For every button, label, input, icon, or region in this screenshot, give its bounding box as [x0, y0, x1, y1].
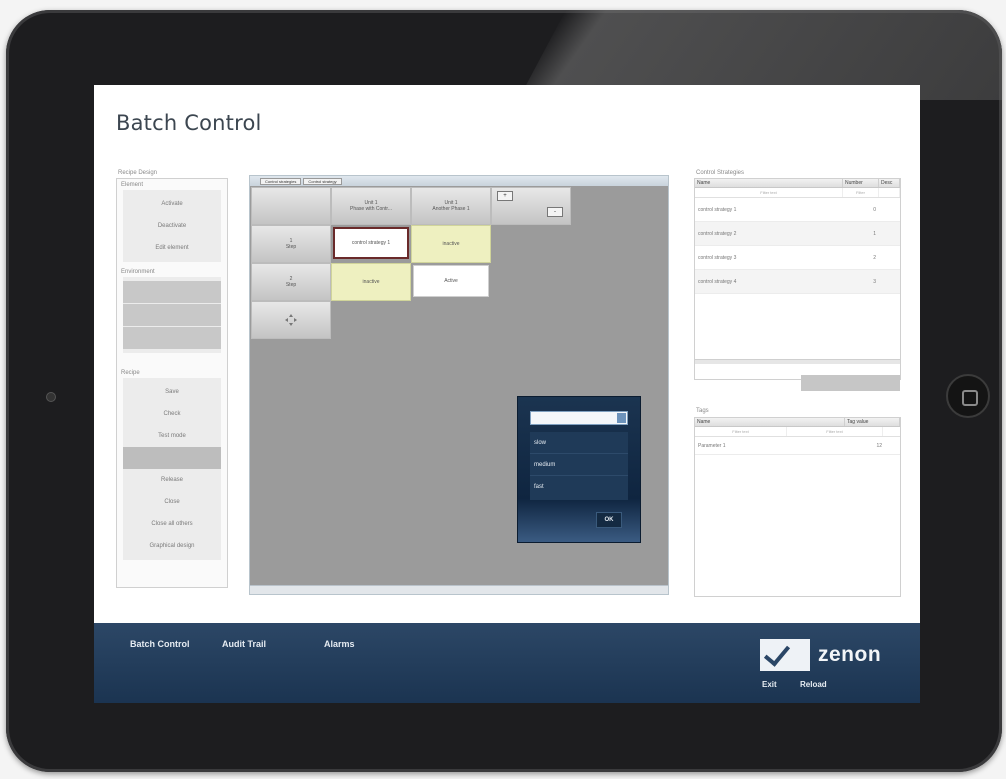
editor-statusbar [250, 585, 668, 594]
graphical-design-button[interactable]: Graphical design [123, 535, 221, 557]
horizontal-scrollbar[interactable] [695, 359, 900, 364]
control-strategies-label: Control Strategies [696, 170, 745, 176]
move-handle[interactable] [251, 301, 331, 339]
environment-button-1[interactable] [123, 281, 221, 303]
filter-row: Filter text Filter [695, 188, 900, 198]
table-row[interactable]: control strategy 1 0 [695, 198, 900, 222]
dialog-input-field[interactable] [530, 411, 628, 425]
value-select-dialog: slow medium fast OK [517, 396, 641, 543]
app-screen: Batch Control Recipe Design Element Acti… [94, 85, 920, 703]
page-title: Batch Control [116, 111, 262, 135]
move-icon [285, 314, 297, 326]
tab-control-strategy[interactable]: Control strategy [303, 177, 342, 185]
cell-number: 0 [873, 206, 876, 213]
column-header-number[interactable]: Number [843, 179, 879, 187]
group-label-element: Element [121, 182, 144, 188]
element-group: Activate Deactivate Edit element [123, 190, 221, 262]
column-header-name[interactable]: Name [695, 179, 843, 187]
option-fast[interactable]: fast [530, 476, 628, 498]
cell-number: 2 [873, 254, 876, 261]
table-row[interactable]: control strategy 2 1 [695, 222, 900, 246]
column-header-desc[interactable]: Desc [879, 179, 900, 187]
cell-tag-value: 12 [876, 442, 882, 449]
close-button[interactable]: Close [123, 491, 221, 513]
table-header: Name Number Desc [695, 179, 900, 188]
recipe-cell-selected[interactable]: control strategy 1 [333, 227, 409, 259]
filter-field-number[interactable]: Filter [843, 188, 879, 197]
edit-element-button[interactable]: Edit element [123, 237, 221, 259]
unit-header-2[interactable]: Unit 1 Another Phase 1 [411, 187, 491, 225]
tab-control-strategies[interactable]: Control strategies [260, 177, 302, 185]
dialog-option-list: slow medium fast [530, 432, 628, 500]
filter-field-desc[interactable] [879, 188, 900, 197]
filter-field-value[interactable]: Filter text [787, 427, 883, 436]
zenon-logo-text: zenon [818, 643, 882, 666]
control-strategies-table: Name Number Desc Filter text Filter cont… [694, 178, 901, 380]
table-row[interactable]: control strategy 4 3 [695, 270, 900, 294]
filter-field-name[interactable]: Filter text [695, 188, 843, 197]
step-row-header-1[interactable]: 1 Step [251, 225, 331, 263]
recipe-design-label: Recipe Design [118, 170, 158, 176]
cell-name: control strategy 1 [698, 206, 737, 213]
table-action-button[interactable] [801, 375, 900, 391]
home-button-icon[interactable] [946, 374, 990, 418]
nav-alarms[interactable]: Alarms [324, 639, 355, 649]
filter-field-name[interactable]: Filter text [695, 427, 787, 436]
table-row[interactable]: Parameter 1 12 [695, 437, 900, 455]
nav-audit-trail[interactable]: Audit Trail [222, 639, 266, 649]
recipe-design-panel: Element Activate Deactivate Edit element… [116, 178, 228, 588]
group-label-environment: Environment [121, 269, 155, 275]
cell-name: Parameter 1 [698, 442, 726, 449]
save-button[interactable]: Save [123, 381, 221, 403]
zoom-out-icon[interactable]: - [547, 207, 563, 217]
test-mode-button[interactable]: Test mode [123, 425, 221, 447]
step-row-header-2[interactable]: 2 Step [251, 263, 331, 301]
ok-button[interactable]: OK [596, 512, 622, 528]
footer-bar: Batch Control Audit Trail Alarms zenon [94, 623, 920, 703]
release-button[interactable]: Release [123, 469, 221, 491]
close-all-others-button[interactable]: Close all others [123, 513, 221, 535]
tags-label: Tags [696, 408, 709, 414]
exit-button[interactable]: Exit [762, 680, 777, 689]
nav-batch-control[interactable]: Batch Control [130, 639, 190, 649]
table-header: Name Tag value [695, 418, 900, 427]
environment-button-3[interactable] [123, 327, 221, 349]
reload-button[interactable]: Reload [800, 680, 827, 689]
camera-icon [46, 392, 56, 402]
recipe-cell[interactable]: inactive [331, 263, 411, 301]
column-header-name[interactable]: Name [695, 418, 845, 426]
option-medium[interactable]: medium [530, 454, 628, 476]
cell-number: 1 [873, 230, 876, 237]
filter-row: Filter text Filter text [695, 427, 900, 437]
cell-number: 3 [873, 278, 876, 285]
zenon-logo-mark [760, 639, 810, 671]
cell-name: control strategy 3 [698, 254, 737, 261]
grid-corner [251, 187, 331, 225]
group-label-recipe: Recipe [121, 370, 140, 376]
editor-tab-bar: Control strategies Control strategy [250, 176, 668, 186]
cell-name: control strategy 2 [698, 230, 737, 237]
recipe-group: Save Check Test mode Release Close Close… [123, 378, 221, 560]
zoom-in-icon[interactable]: + [497, 191, 513, 201]
activate-button[interactable]: Activate [123, 193, 221, 215]
environment-button-2[interactable] [123, 304, 221, 326]
deactivate-button[interactable]: Deactivate [123, 215, 221, 237]
table-row[interactable]: control strategy 3 2 [695, 246, 900, 270]
checkmark-icon [763, 639, 791, 667]
option-slow[interactable]: slow [530, 432, 628, 454]
environment-group [123, 277, 221, 353]
recipe-cell[interactable]: inactive [411, 225, 491, 263]
unit-header-1[interactable]: Unit 1 Phase with Contr... [331, 187, 411, 225]
recipe-cell-active[interactable]: Active [413, 265, 489, 297]
check-button[interactable]: Check [123, 403, 221, 425]
column-header-tag-value[interactable]: Tag value [845, 418, 900, 426]
cell-name: control strategy 4 [698, 278, 737, 285]
selected-recipe-button[interactable] [123, 447, 221, 469]
tags-table: Name Tag value Filter text Filter text P… [694, 417, 901, 597]
tablet-frame: Batch Control Recipe Design Element Acti… [6, 10, 1002, 772]
